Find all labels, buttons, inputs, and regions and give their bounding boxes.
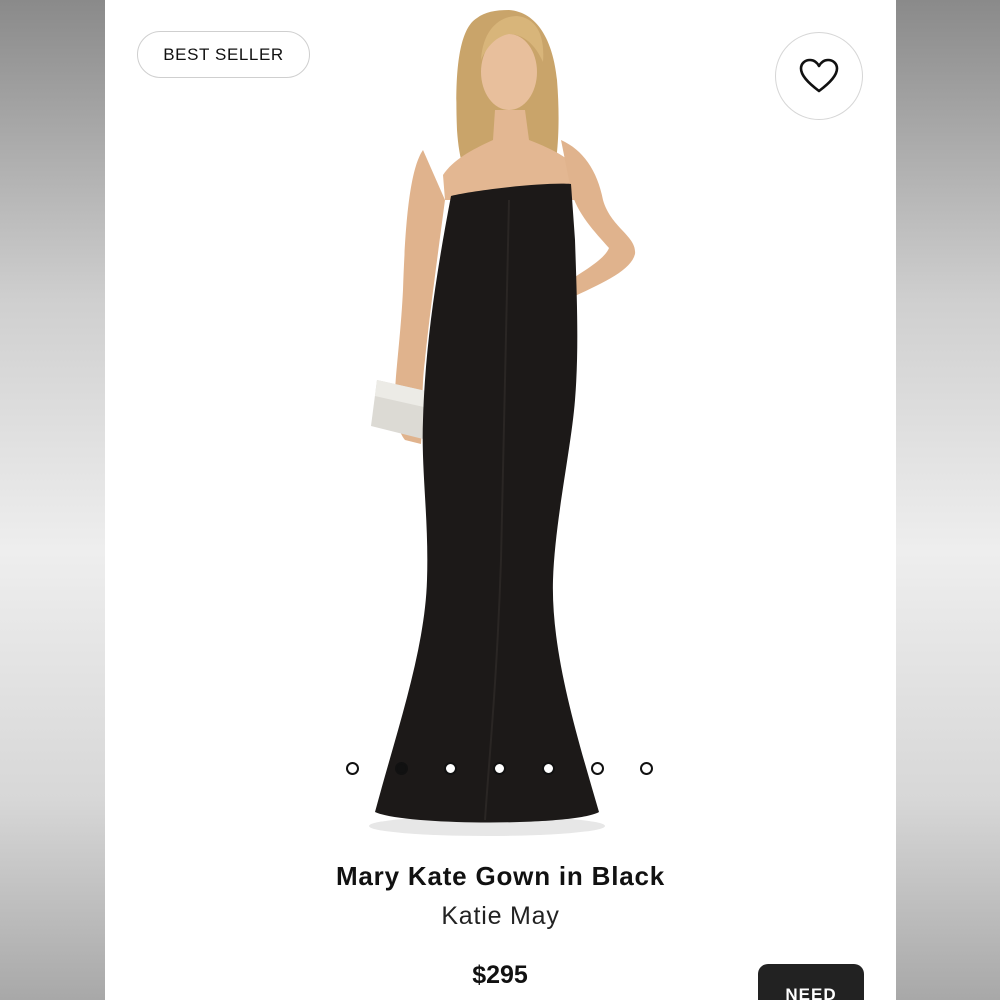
gallery-dot[interactable]: [444, 762, 457, 775]
gallery-pagination: [105, 760, 896, 780]
gallery-dot[interactable]: [346, 762, 359, 775]
need-button[interactable]: NEED: [758, 964, 864, 1000]
need-button-label: NEED: [785, 985, 837, 1000]
gallery-dot[interactable]: [640, 762, 653, 775]
background-right: [896, 0, 1000, 1000]
product-brand[interactable]: Katie May: [105, 902, 896, 931]
gallery-dot[interactable]: [591, 762, 604, 775]
gallery-dot-active[interactable]: [395, 762, 408, 775]
background-left: [0, 0, 105, 1000]
product-photo[interactable]: [105, 0, 896, 850]
product-price: $295: [472, 961, 528, 989]
product-title: Mary Kate Gown in Black: [335, 861, 666, 891]
gallery-dot[interactable]: [493, 762, 506, 775]
favorite-button[interactable]: [775, 32, 863, 120]
product-screen: BEST SELLER Mary Kate Gown in Black Kati…: [105, 0, 896, 1000]
heart-icon: [799, 58, 839, 93]
best-seller-badge: BEST SELLER: [137, 31, 310, 78]
gallery-dot[interactable]: [542, 762, 555, 775]
